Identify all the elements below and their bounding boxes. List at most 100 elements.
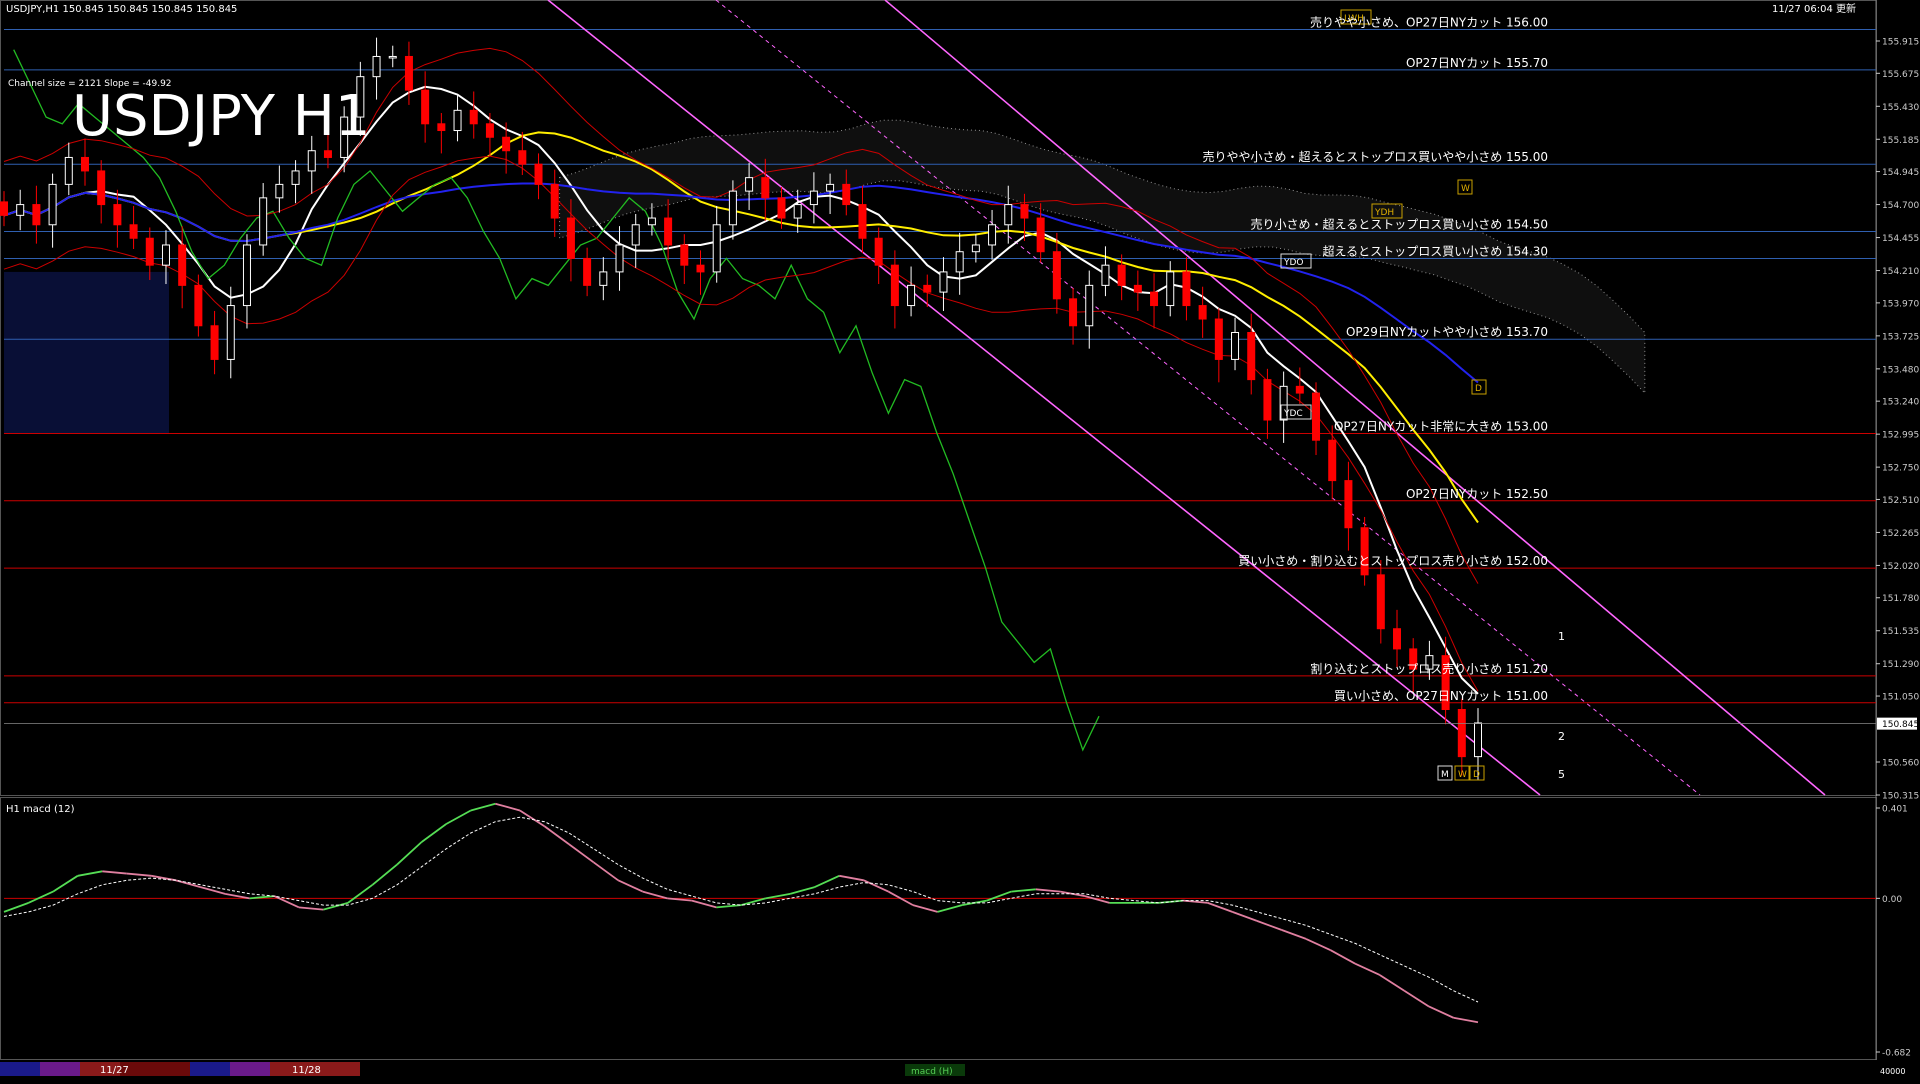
session-block: [0, 1062, 40, 1076]
macd-segment: [789, 886, 815, 895]
candle-body: [1457, 709, 1466, 758]
update-datetime: 11/27 06:04 更新: [1772, 2, 1856, 15]
macd-segment: [273, 895, 300, 909]
corner-value: 40000: [1880, 1067, 1905, 1076]
candle-body: [404, 55, 413, 91]
macd-segment: [912, 904, 938, 913]
price-level-label: OP27日NYカット 152.50: [1406, 487, 1548, 501]
candle-body: [696, 264, 705, 273]
y-tick-label: 150.315: [1882, 792, 1919, 802]
candle-body: [178, 244, 187, 286]
y-tick-label: 155.185: [1882, 136, 1919, 146]
candle-body: [1085, 284, 1094, 327]
macd-segment: [445, 809, 472, 825]
candle-body: [16, 204, 25, 216]
macd-segment: [1428, 1005, 1454, 1019]
macd-segment: [1256, 920, 1282, 931]
candle-body: [275, 183, 284, 199]
candle-body: [242, 244, 251, 307]
session-block: [190, 1062, 230, 1076]
macd-segment: [102, 870, 127, 875]
macd-segment: [1011, 888, 1036, 893]
candle-body: [145, 237, 154, 266]
y-tick-label: 152.995: [1882, 431, 1919, 441]
candle-body: [1376, 574, 1385, 630]
macd-segment: [863, 879, 889, 893]
candle-body: [1295, 385, 1304, 394]
session-box-label: D: [1475, 384, 1482, 394]
candle-body: [550, 183, 559, 219]
candle-body: [1166, 271, 1175, 307]
y-tick-label: 153.240: [1882, 398, 1919, 408]
session-block: [40, 1062, 80, 1076]
macd-segment: [126, 872, 152, 877]
price-level-label: OP29日NYカットやや小さめ 153.70: [1346, 325, 1548, 339]
candle-body: [1247, 331, 1256, 381]
candle-body: [1393, 628, 1402, 650]
candle-body: [518, 150, 527, 165]
y-tick-label: 155.430: [1882, 103, 1919, 113]
macd-segment: [839, 874, 864, 882]
macd-segment: [1281, 929, 1307, 940]
projection-label: 2: [1558, 730, 1565, 743]
macd-segment: [617, 879, 644, 893]
y-tick-label: 153.725: [1882, 332, 1919, 342]
bottom-bar: 11/27 11/28 macd (H) 40000: [0, 1062, 1905, 1077]
candle-body: [566, 217, 575, 259]
macd-segment: [568, 843, 595, 864]
macd-segment: [814, 874, 840, 888]
candle-body: [372, 55, 381, 78]
symbol-info: USDJPY,H1 150.845 150.845 150.845 150.84…: [6, 4, 237, 15]
chart-window: LWH YDH YDO YDC M W D W D 1 2 5 売りやや小さめ、OP27日NYカット …: [0, 0, 1920, 1080]
macd-segment: [593, 861, 619, 882]
y-tick-label: 154.210: [1882, 267, 1919, 277]
candle-body: [323, 150, 332, 158]
candle-body: [680, 244, 689, 266]
candle-body: [955, 251, 964, 273]
candle-body: [1101, 264, 1110, 286]
candle-body: [502, 136, 511, 152]
price-level-label: 売りやや小さめ、OP27日NYカット 156.00: [1310, 15, 1548, 30]
macd-segment: [1035, 888, 1061, 893]
candle-body: [615, 244, 624, 273]
candle-body: [437, 123, 446, 132]
macd-panel-frame: [0, 797, 1877, 1060]
candle-body: [1474, 722, 1482, 758]
candle-body: [745, 177, 754, 192]
candle-body: [809, 190, 818, 206]
session-box-label: M: [1441, 770, 1449, 780]
candle-body: [1117, 264, 1126, 286]
candle-body: [1263, 379, 1272, 421]
macd-segment: [1207, 902, 1233, 913]
price-level-label: 超えるとストップロス買い小さめ 154.30: [1323, 243, 1548, 258]
candle-body: [1198, 305, 1207, 320]
date-label: 11/28: [292, 1065, 321, 1076]
y-tick-label: 151.290: [1882, 660, 1919, 670]
macd-segment: [200, 886, 226, 895]
session-box-label: W: [1461, 184, 1470, 194]
candle-body: [1052, 251, 1061, 300]
price-chart[interactable]: LWHYDHYDOYDCM W DWD125 売りやや小さめ、OP27日NYカット …: [0, 0, 1920, 1080]
candle-body: [793, 204, 802, 219]
candle-body: [1150, 291, 1159, 307]
candle-body: [226, 305, 235, 360]
macd-segment: [1403, 989, 1430, 1008]
macd-segment: [1453, 1016, 1479, 1024]
price-level-label: 買い小さめ、OP27日NYカット 151.00: [1334, 689, 1548, 703]
candle-body: [80, 156, 89, 172]
projection-label: 5: [1558, 768, 1565, 781]
macd-segment: [52, 875, 79, 893]
candle-body: [194, 284, 203, 327]
chart-big-title: USDJPY H1: [72, 84, 370, 149]
candle-body: [97, 170, 106, 206]
candle-body: [777, 197, 786, 219]
y-tick-label: 154.700: [1882, 201, 1919, 211]
candle-body: [48, 183, 57, 226]
candle-body: [631, 224, 640, 246]
macd-segment: [1084, 895, 1110, 904]
price-level-label: 割り込むとストップロス売り小さめ 151.20: [1310, 661, 1548, 676]
macd-segment: [396, 841, 423, 866]
candle-body: [599, 271, 608, 286]
candle-body: [1344, 480, 1353, 529]
candle-body: [728, 190, 737, 226]
